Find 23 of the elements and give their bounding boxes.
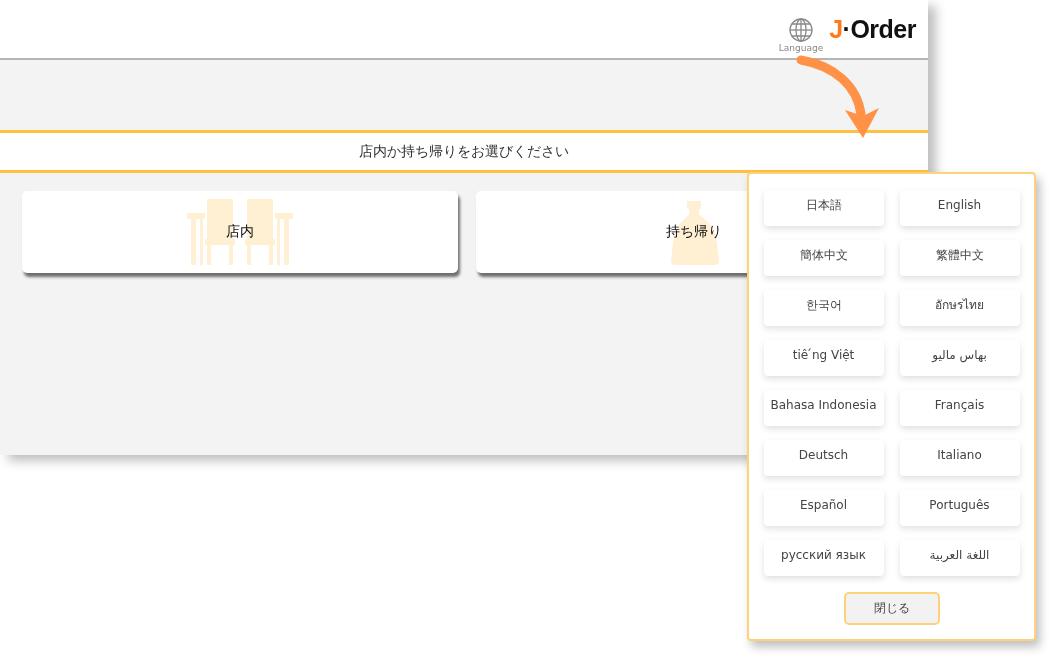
logo: J·Order: [829, 14, 916, 44]
language-option[interactable]: Italiano: [899, 440, 1020, 476]
language-option[interactable]: Français: [899, 390, 1020, 426]
language-option[interactable]: اللغة العربية: [899, 540, 1020, 576]
language-option[interactable]: 한국어: [763, 290, 884, 326]
language-option[interactable]: tiê ́ng Việt: [763, 340, 884, 376]
globe-icon: [788, 17, 813, 42]
close-button[interactable]: 閉じる: [843, 592, 940, 625]
language-option[interactable]: Español: [763, 490, 884, 526]
language-option[interactable]: Português: [899, 490, 1020, 526]
language-option[interactable]: 繁體中文: [899, 240, 1020, 276]
chairs-icon: [187, 199, 293, 265]
language-option[interactable]: بهاس ماليو: [899, 340, 1020, 376]
language-option[interactable]: 簡体中文: [763, 240, 884, 276]
language-option[interactable]: English: [899, 190, 1020, 226]
language-option[interactable]: Bahasa Indonesia: [763, 390, 884, 426]
language-button[interactable]: Language: [778, 17, 824, 53]
language-option[interactable]: อักษรไทย: [899, 290, 1020, 326]
prompt-text: 店内か持ち帰りをお選びください: [0, 130, 928, 173]
language-option[interactable]: Deutsch: [763, 440, 884, 476]
choice-card[interactable]: 店内: [22, 191, 458, 273]
language-option[interactable]: 日本語: [763, 190, 884, 226]
language-option[interactable]: русский язык: [763, 540, 884, 576]
